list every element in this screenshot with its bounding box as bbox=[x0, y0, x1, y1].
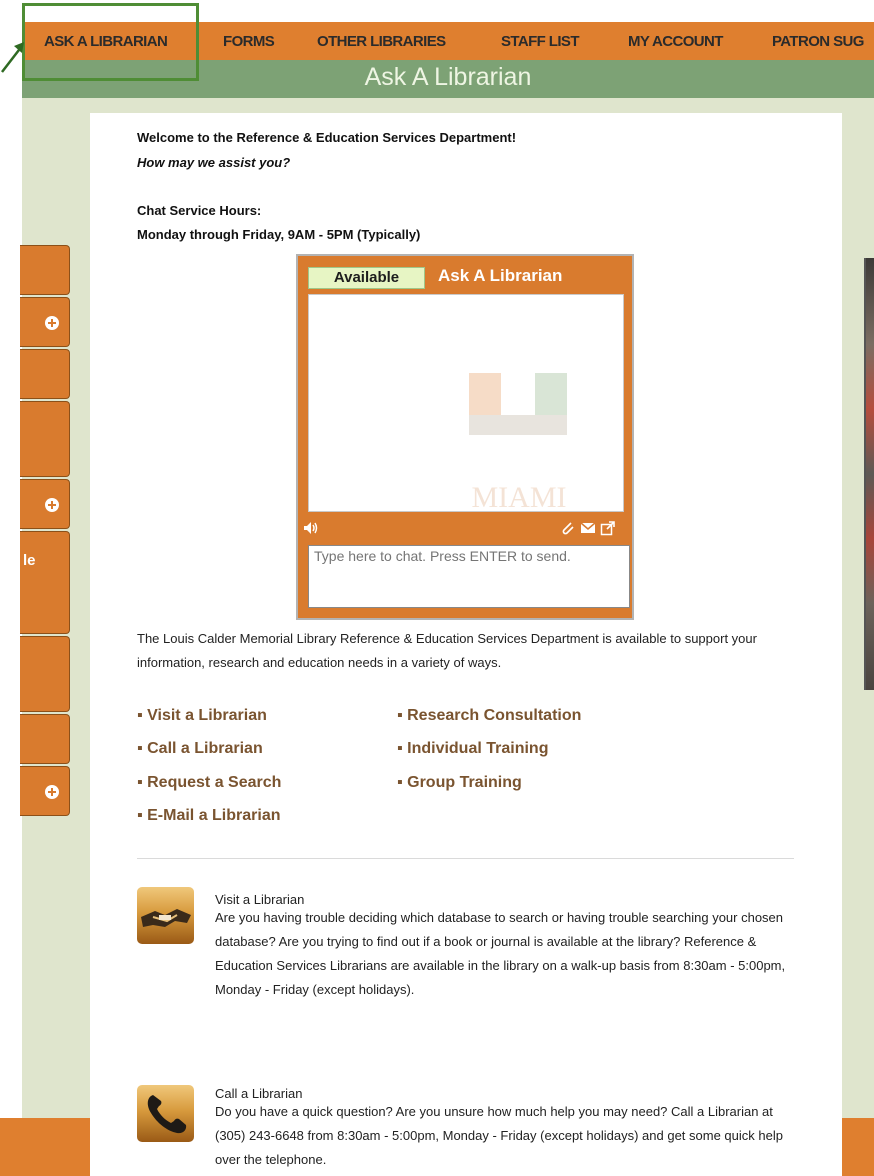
link-research-consultation[interactable]: ▪ Research Consultation bbox=[397, 707, 581, 725]
sidebar-tab[interactable] bbox=[20, 636, 70, 712]
footer-band-left bbox=[0, 1118, 90, 1176]
nav-my-account[interactable]: MY ACCOUNT bbox=[628, 33, 723, 50]
nav-patron-suggestions[interactable]: PATRON SUG bbox=[772, 33, 864, 50]
section-divider bbox=[137, 858, 794, 859]
watermark-text: MIAMI bbox=[472, 481, 567, 512]
phone-icon bbox=[137, 1085, 194, 1142]
nav-staff-list[interactable]: STAFF LIST bbox=[501, 33, 579, 50]
handshake-icon bbox=[137, 887, 194, 944]
sidebar-tab[interactable] bbox=[20, 714, 70, 764]
sidebar-tab[interactable] bbox=[20, 349, 70, 399]
link-request-a-search[interactable]: ▪ Request a Search bbox=[137, 774, 281, 792]
pointer-arrow-icon bbox=[1, 42, 24, 73]
sidebar-tab[interactable] bbox=[20, 766, 70, 816]
chat-title: Ask A Librarian bbox=[438, 266, 563, 285]
chat-widget: Available Ask A Librarian MIAMI bbox=[296, 254, 634, 620]
link-label: Research Consultation bbox=[407, 707, 582, 724]
expand-plus-icon[interactable] bbox=[45, 316, 59, 330]
sidebar-tab[interactable] bbox=[20, 297, 70, 347]
nav-other-libraries[interactable]: OTHER LIBRARIES bbox=[317, 33, 446, 50]
department-description: The Louis Calder Memorial Library Refere… bbox=[137, 631, 757, 670]
section-title-call: Call a Librarian bbox=[215, 1086, 303, 1101]
sidebar-tab[interactable] bbox=[20, 245, 70, 295]
section-title-visit: Visit a Librarian bbox=[215, 892, 305, 907]
link-label: Visit a Librarian bbox=[147, 707, 267, 724]
section-body-call: Do you have a quick question? Are you un… bbox=[215, 1104, 783, 1167]
email-icon[interactable] bbox=[580, 520, 596, 536]
link-label: E-Mail a Librarian bbox=[147, 807, 281, 824]
link-label: Individual Training bbox=[407, 740, 549, 757]
nav-forms[interactable]: FORMS bbox=[223, 33, 275, 50]
university-logo-watermark: MIAMI bbox=[469, 373, 567, 512]
link-visit-a-librarian[interactable]: ▪ Visit a Librarian bbox=[137, 707, 267, 725]
hours-value: Monday through Friday, 9AM - 5PM (Typica… bbox=[137, 227, 421, 242]
popout-icon[interactable] bbox=[600, 520, 616, 536]
chat-status-badge: Available bbox=[308, 267, 425, 289]
link-email-a-librarian[interactable]: ▪ E-Mail a Librarian bbox=[137, 807, 281, 825]
chat-input[interactable] bbox=[308, 545, 630, 608]
link-label: Request a Search bbox=[147, 774, 282, 791]
link-group-training[interactable]: ▪ Group Training bbox=[397, 774, 522, 792]
section-body-visit: Are you having trouble deciding which da… bbox=[215, 910, 786, 997]
sound-icon[interactable] bbox=[302, 520, 318, 536]
sidebar-tab[interactable] bbox=[20, 479, 70, 529]
expand-plus-icon[interactable] bbox=[45, 785, 59, 799]
link-label: Group Training bbox=[407, 774, 522, 791]
side-image bbox=[864, 258, 874, 690]
assist-text: How may we assist you? bbox=[137, 155, 291, 170]
welcome-heading: Welcome to the Reference & Education Ser… bbox=[137, 130, 517, 145]
page: ASK A LIBRARIAN FORMS OTHER LIBRARIES ST… bbox=[0, 0, 874, 1176]
link-individual-training[interactable]: ▪ Individual Training bbox=[397, 740, 548, 758]
sidebar-tab[interactable] bbox=[20, 401, 70, 477]
attach-icon[interactable] bbox=[560, 520, 576, 536]
link-call-a-librarian[interactable]: ▪ Call a Librarian bbox=[137, 740, 263, 758]
link-label: Call a Librarian bbox=[147, 740, 263, 757]
expand-plus-icon[interactable] bbox=[45, 498, 59, 512]
highlight-annotation bbox=[22, 3, 199, 81]
hours-label: Chat Service Hours: bbox=[137, 203, 262, 218]
sidebar-tab[interactable] bbox=[20, 531, 70, 634]
footer-band-right bbox=[842, 1118, 874, 1176]
sidebar-tab-label: le bbox=[23, 552, 36, 569]
chat-transcript[interactable]: MIAMI bbox=[308, 294, 624, 512]
